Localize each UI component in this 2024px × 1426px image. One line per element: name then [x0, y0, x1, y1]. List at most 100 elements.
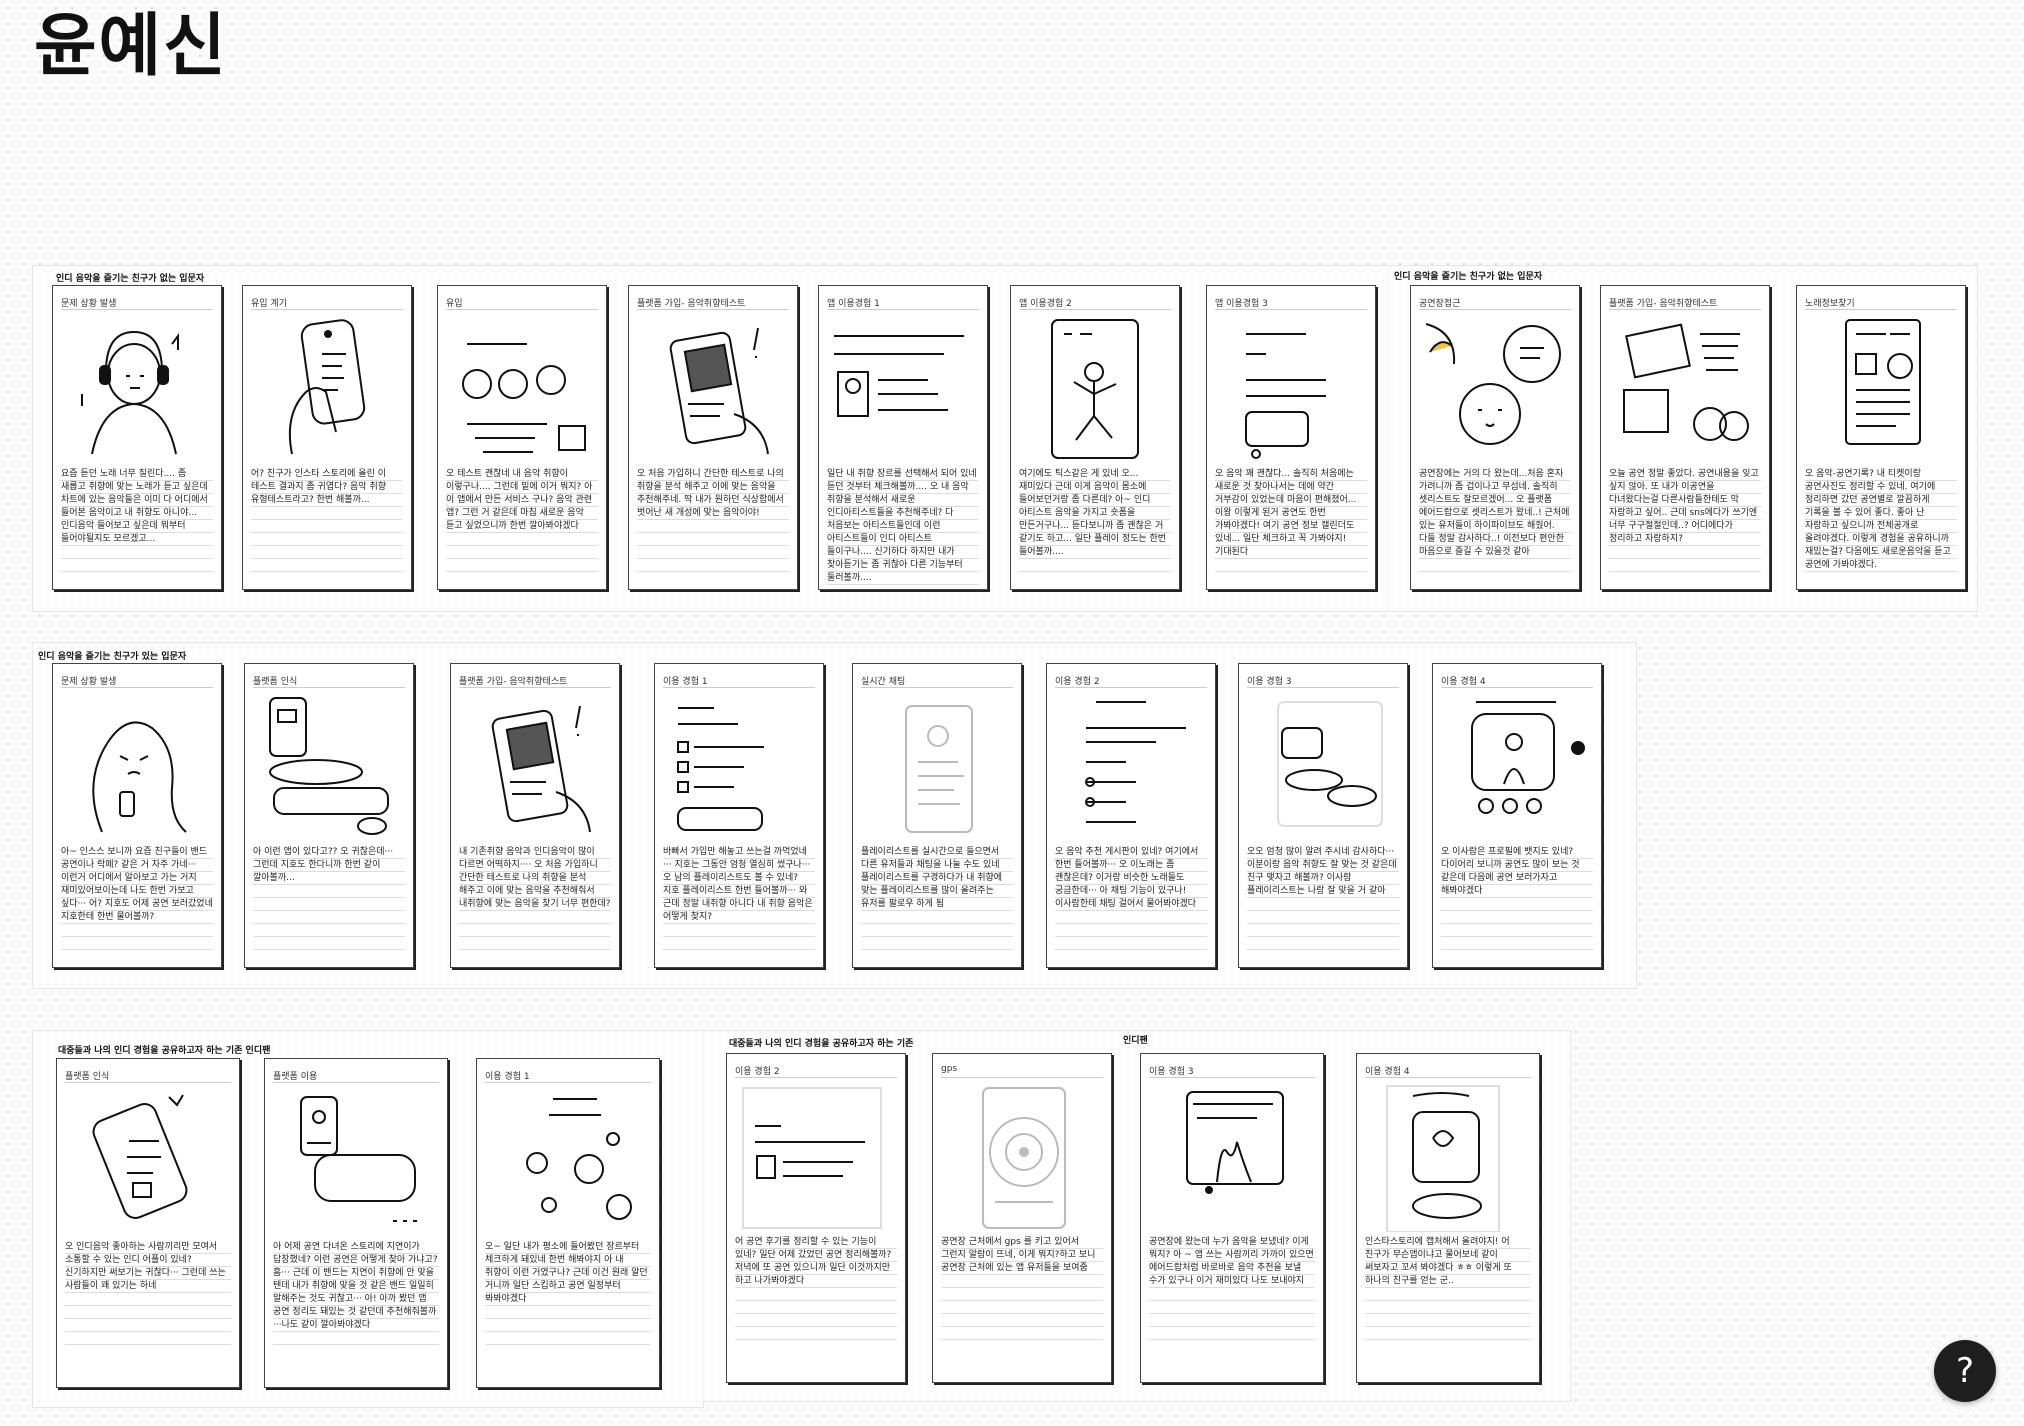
sketch-genre-bubbles-icon — [485, 1087, 651, 1237]
section-label: 인디팬 — [1123, 1036, 1148, 1046]
card-title: 플랫폼 가입- 음악취향테스트 — [637, 299, 746, 309]
card-description: 바빠서 가입만 해놓고 쓰는걸 까먹었네··· 지호는 그동안 엄청 열심히 썼… — [663, 846, 815, 956]
storyboard-card[interactable]: 실시간 채팅 플레이리스트를 실시간으로 들으면서 다른 유저들과 채팅을 나눌… — [852, 663, 1022, 968]
storyboard-card[interactable]: 이용 경험 2 오 음악 추천 게시판이 있네? 여기에서 한번 들어볼까···… — [1046, 663, 1216, 968]
sketch-phone-in-hand-icon — [251, 314, 403, 464]
card-description: 공연장에 왔는데 누가 음악을 보냈네? 이게 뭐지? 아 ~ 앱 쓰는 사람끼… — [1149, 1236, 1315, 1346]
sketch-sad-person-phone-icon — [61, 692, 213, 842]
section-label: 인디 음악을 즐기는 친구가 있는 입문자 — [38, 652, 187, 662]
card-description: 오 테스트 괜찮네 내 음악 취향이 이렇구나.... 그런데 밑에 이거 뭐지… — [446, 468, 598, 578]
sketch-record-memory-icon — [1609, 314, 1761, 464]
storyboard-card[interactable]: 플랫폼 인식 아 이런 앱이 있다고?? 오 귀찮은데··· 그런데 지호도 한… — [244, 663, 414, 968]
storyboard-card[interactable]: 이용 경험 3 공연장에 왔는데 누가 음악을 보냈네? 이게 뭐지? 아 ~ … — [1140, 1053, 1324, 1383]
card-title: 이용 경험 3 — [1247, 677, 1292, 687]
sketch-concert-airdrop-icon — [1419, 314, 1571, 464]
storyboard-card[interactable]: 문제 상황 발생 아~ 인스스 보니까 요즘 친구들이 밴드 공연이나 락페? … — [52, 663, 222, 968]
card-description: 아 어제 공연 다녀온 스토리에 지연이가 답장했네? 이런 공연은 어떻게 찾… — [273, 1241, 439, 1351]
card-description: 플레이리스트를 실시간으로 들으면서 다른 유저들과 채팅을 나눌 수도 있네 … — [861, 846, 1013, 956]
storyboard-card[interactable]: 이용 경험 4 인스타스토리에 캡처해서 올려야지! 어 친구가 무슨앱이냐고 … — [1356, 1053, 1540, 1383]
sketch-music-test-phone-icon — [459, 692, 611, 842]
sketch-playlist-icon — [663, 692, 815, 842]
storyboard-card[interactable]: 이용 경험 1 바빠서 가입만 해놓고 쓰는걸 까먹었네··· 지호는 그동안 … — [654, 663, 824, 968]
storyboard-card[interactable]: 앱 이용경험 1 일단 내 취향 장르를 선택해서 되어 있네 듣던 것부터 체… — [818, 285, 988, 590]
help-button[interactable]: ? — [1934, 1340, 1996, 1402]
card-title: 문제 상황 발생 — [61, 677, 117, 687]
card-title: 이용 경험 4 — [1441, 677, 1486, 687]
storyboard-card[interactable]: 이용 경험 1 오~ 일단 내가 평소에 들어봤던 장르부터 체크하게 돼있네 … — [476, 1058, 660, 1388]
card-title: 플랫폼 가입- 음악취향테스트 — [1609, 299, 1718, 309]
sketch-indie-app-phone-icon — [65, 1087, 231, 1237]
sketch-live-chat-screen-icon — [861, 692, 1013, 842]
section-label: 인디 음악을 즐기는 친구가 없는 입문자 — [56, 274, 205, 284]
section-label: 인디 음악을 즐기는 친구가 없는 입문자 — [1394, 272, 1543, 282]
storyboard-card[interactable]: 문제 상황 발생 요즘 듣던 노래 너무 질린다.... 좀 새롭고 취향에 맞… — [52, 285, 222, 590]
card-title: 유입 계기 — [251, 299, 287, 309]
card-description: 내 기존취향 음악과 인디음악이 많이 다르면 어떡하지···· 오 처음 가입… — [459, 846, 611, 956]
card-description: 아 이런 앱이 있다고?? 오 귀찮은데··· 그런데 지호도 한다니까 한번 … — [253, 846, 405, 956]
card-title: 노래정보찾기 — [1805, 299, 1855, 309]
storyboard-card[interactable]: 플랫폼 가입- 음악취향테스트 오 처음 가입하니 간단한 테스트로 나의 취향… — [628, 285, 798, 590]
card-description: 오오 엄청 많이 알려 주시네 감사하다··· 이분이랑 음악 취향도 잘 맞는… — [1247, 846, 1399, 956]
card-title: 앱 이용경험 3 — [1215, 299, 1268, 309]
sketch-story-reply-icon — [273, 1087, 439, 1237]
storyboard-card[interactable]: 플랫폼 인식 오 인디음악 좋아하는 사람끼리만 모여서 소통할 수 있는 인디… — [56, 1058, 240, 1388]
card-description: 오 음악 추천 게시판이 있네? 여기에서 한번 들어볼까··· 오 이노래는 … — [1055, 846, 1207, 956]
section-label: 대중들과 나의 인디 경험을 공유하고자 하는 기존 — [729, 1039, 914, 1049]
card-description: 오 음악 꽤 괜찮다... 솔직히 처음에는 새로운 것 찾아나서는 데에 약간… — [1215, 468, 1367, 578]
storyboard-card[interactable]: 앱 이용경험 2 여기에도 틱스같은 게 있네 오... 재미있다 근데 이게 … — [1010, 285, 1180, 590]
card-description: 여기에도 틱스같은 게 있네 오... 재미있다 근데 이게 음악이 몸소에 들… — [1019, 468, 1171, 578]
card-title: 이용 경험 4 — [1365, 1067, 1410, 1077]
card-title: 유입 — [446, 299, 463, 309]
storyboard-card[interactable]: 이용 경험 3 오오 엄청 많이 알려 주시네 감사하다··· 이분이랑 음악 … — [1238, 663, 1408, 968]
card-title: 플랫폼 인식 — [253, 677, 298, 687]
card-title: 문제 상황 발생 — [61, 299, 117, 309]
storyboard-card[interactable]: 유입 오 테스트 괜찮네 내 음악 취향이 이렇구나.... 그런데 밑에 이거… — [437, 285, 607, 590]
storyboard-card[interactable]: 플랫폼 이용 아 어제 공연 다녀온 스토리에 지연이가 답장했네? 이런 공연… — [264, 1058, 448, 1388]
card-title: 실시간 채팅 — [861, 677, 906, 687]
page-title: 윤예신 — [34, 7, 228, 86]
sketch-friend-request-icon — [1247, 692, 1399, 842]
card-title: 플랫폼 인식 — [65, 1072, 110, 1082]
card-title: 플랫폼 이용 — [273, 1072, 318, 1082]
sketch-shortform-dancer-icon — [1019, 314, 1171, 464]
sketch-music-board-icon — [1055, 692, 1207, 842]
card-title: 이용 경험 2 — [1055, 677, 1100, 687]
sketch-gps-radar-icon — [941, 1082, 1103, 1232]
card-description: 공연장에는 거의 다 왔는데...처음 혼자 가려니까 좀 겁이나고 무섭네. … — [1419, 468, 1571, 578]
sketch-diary-icon — [735, 1082, 897, 1232]
storyboard-card[interactable]: 공연장접근 공연장에는 거의 다 왔는데...처음 혼자 가려니까 좀 겁이나고… — [1410, 285, 1580, 590]
sketch-artist-recommendation-icon — [827, 314, 979, 464]
card-title: 이용 경험 1 — [663, 677, 708, 687]
sketch-profile-badges-icon — [1441, 692, 1593, 842]
section-label: 대중들과 나의 인디 경험을 공유하고자 하는 기존 인디팬 — [58, 1046, 271, 1056]
storyboard-card[interactable]: 유입 계기 어? 친구가 인스타 스토리에 올린 이 테스트 결과지 좀 귀엽다… — [242, 285, 412, 590]
card-description: 오 처음 가입하니 간단한 테스트로 나의 취향을 분석 해주고 이에 맞는 음… — [637, 468, 789, 578]
card-description: 아~ 인스스 보니까 요즘 친구들이 밴드 공연이나 락페? 같은 거 자주 가… — [61, 846, 213, 956]
storyboard-card[interactable]: 플랫폼 가입- 음악취향테스트 내 기존취향 음악과 인디음악이 많이 다르면 … — [450, 663, 620, 968]
sketch-airdrop-notification-icon — [1149, 1082, 1315, 1232]
card-description: 오늘 공연 정말 좋았다. 공연내용을 잊고 싶지 않아. 또 내가 이공연을 … — [1609, 468, 1761, 578]
card-title: 앱 이용경험 1 — [827, 299, 880, 309]
card-description: 오 인디음악 좋아하는 사람끼리만 모여서 소통할 수 있는 인디 어플이 있네… — [65, 1241, 231, 1351]
card-title: 앱 이용경험 2 — [1019, 299, 1072, 309]
storyboard-card[interactable]: 플랫폼 가입- 음악취향테스트 오늘 공연 정말 좋았다. 공연내용을 잊고 싶… — [1600, 285, 1770, 590]
storyboard-card[interactable]: 이용 경험 2 어 공연 후기를 정리할 수 있는 기능이 있네? 일단 어제 … — [726, 1053, 906, 1383]
sketch-person-headphones-icon — [61, 314, 213, 464]
card-description: 공연장 근처에서 gps 를 키고 있어서 그런지 알람이 뜨네, 이게 뭐지?… — [941, 1236, 1103, 1346]
storyboard-card[interactable]: 노래정보찾기 오 음악-공연기록? 내 티켓이랑 공연사진도 정리할 수 있네.… — [1796, 285, 1966, 590]
storyboard-card[interactable]: 앱 이용경험 3 오 음악 꽤 괜찮다... 솔직히 처음에는 새로운 것 찾아… — [1206, 285, 1376, 590]
card-description: 오 음악-공연기록? 내 티켓이랑 공연사진도 정리할 수 있네. 여기에 정리… — [1805, 468, 1957, 578]
card-title: 플랫폼 가입- 음악취향테스트 — [459, 677, 568, 687]
card-title: 공연장접근 — [1419, 299, 1461, 309]
sketch-artist-faces-icon — [446, 314, 598, 464]
sketch-music-test-phone-icon — [637, 314, 789, 464]
card-title: gps — [941, 1064, 958, 1074]
sketch-chat-bubbles-icon — [253, 692, 405, 842]
card-description: 오~ 일단 내가 평소에 들어봤던 장르부터 체크하게 돼있네 한번 해봐야지 … — [485, 1241, 651, 1351]
card-description: 일단 내 취향 장르를 선택해서 되어 있네 듣던 것부터 체크해볼까.... … — [827, 468, 979, 585]
card-description: 어 공연 후기를 정리할 수 있는 기능이 있네? 일단 어제 갔었던 공연 정… — [735, 1236, 897, 1346]
sketch-story-share-icon — [1365, 1082, 1531, 1233]
storyboard-card[interactable]: 이용 경험 4 오 이사람은 프로필에 뱃지도 있네? 다이어리 보니까 공연도… — [1432, 663, 1602, 968]
storyboard-card[interactable]: gps 공연장 근처에서 gps 를 키고 있어서 그런지 알람이 뜨네, 이게… — [932, 1053, 1112, 1383]
card-description: 어? 친구가 인스타 스토리에 올린 이 테스트 결과지 좀 귀엽다? 음악 취… — [251, 468, 403, 578]
